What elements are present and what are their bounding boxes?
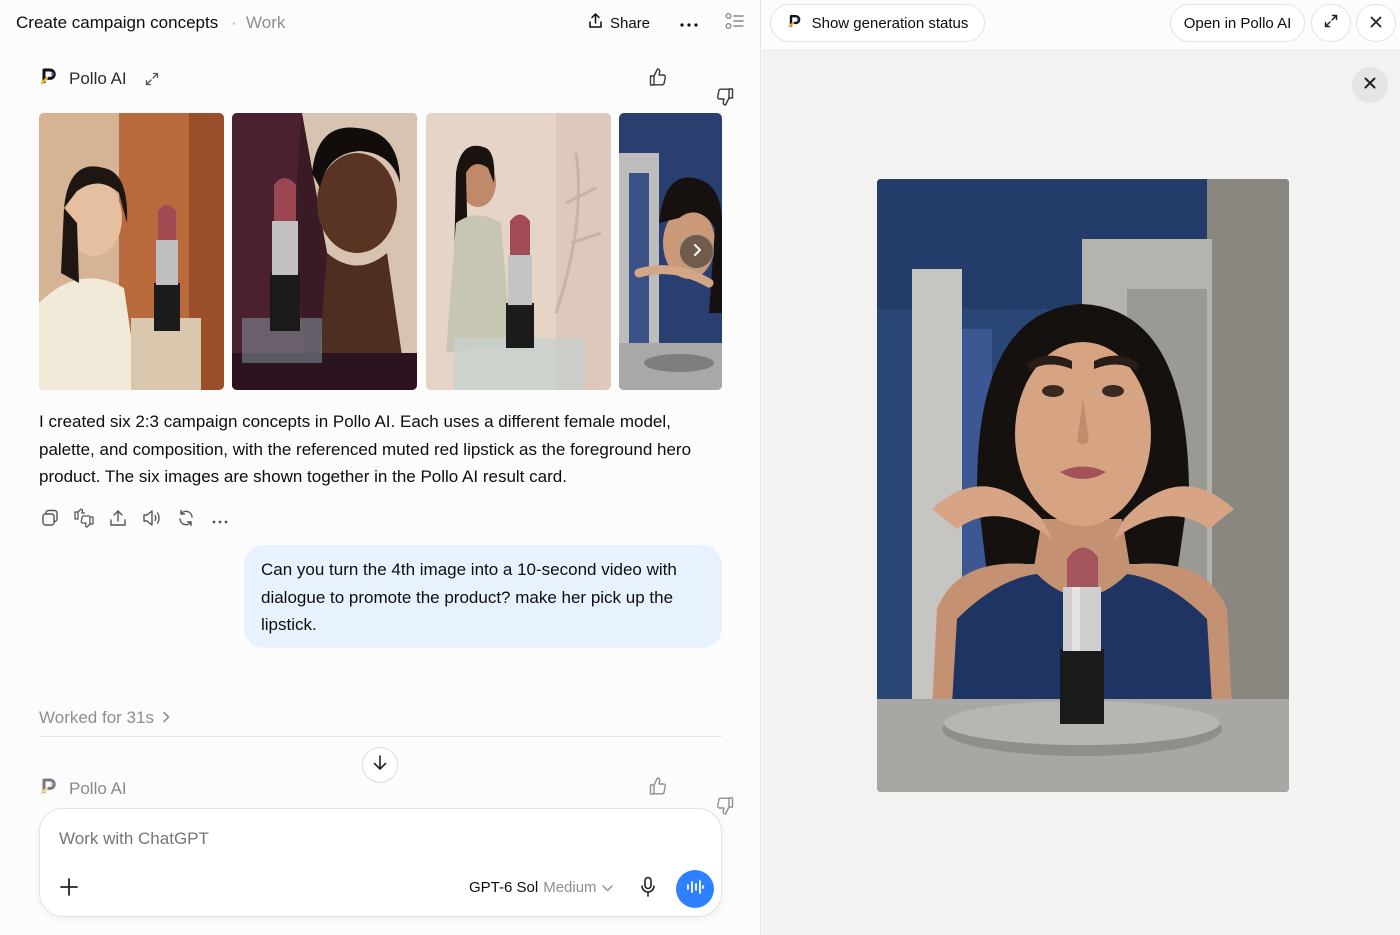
toggle-panel-button[interactable]	[722, 10, 748, 36]
image-gallery	[39, 113, 722, 390]
copy-button[interactable]	[39, 508, 61, 532]
expand-icon	[1324, 14, 1338, 32]
app-name: Pollo AI	[69, 68, 127, 88]
microphone-icon	[640, 876, 656, 903]
more-options-button[interactable]	[676, 10, 702, 36]
expand-card-icon[interactable]	[145, 72, 159, 86]
pollo-logo-icon	[787, 13, 803, 33]
model-selector[interactable]: GPT-6 Sol Medium	[469, 879, 613, 896]
list-panel-icon	[725, 12, 745, 35]
thumbs-up-button[interactable]	[644, 774, 672, 802]
thumbs-down-icon	[695, 67, 734, 106]
project-name[interactable]: Work	[246, 13, 285, 33]
preview-image[interactable]	[877, 179, 1289, 792]
model-name: GPT-6 Sol	[469, 879, 539, 896]
waveform-icon	[686, 879, 704, 900]
voice-mode-button[interactable]	[676, 870, 714, 908]
thumbs-up-icon	[648, 776, 668, 801]
thumbs-down-button[interactable]	[691, 65, 734, 106]
share-label: Share	[610, 14, 651, 32]
composer: GPT-6 Sol Medium	[39, 808, 722, 917]
add-attachment-button[interactable]	[56, 876, 82, 902]
prompt-input[interactable]	[59, 829, 659, 849]
dictate-button[interactable]	[636, 875, 660, 903]
pollo-logo-icon	[39, 776, 59, 801]
gallery-image-2[interactable]	[232, 113, 417, 390]
thumbs-feedback-icon	[73, 507, 95, 533]
open-label: Open in Pollo AI	[1183, 14, 1292, 32]
upload-icon	[109, 509, 127, 532]
user-message-bubble: Can you turn the 4th image into a 10-sec…	[244, 545, 722, 648]
pollo-logo-icon	[39, 66, 59, 91]
read-aloud-button[interactable]	[141, 508, 163, 532]
chevron-right-icon	[692, 243, 702, 261]
refresh-icon	[177, 509, 195, 532]
regenerate-button[interactable]	[175, 508, 197, 532]
message-more-button[interactable]	[209, 508, 231, 532]
close-preview-button[interactable]	[1356, 4, 1396, 42]
ellipsis-icon	[212, 511, 228, 529]
message-actions	[39, 507, 231, 533]
title-separator: ·	[231, 13, 237, 32]
copy-icon	[41, 509, 59, 532]
thumbs-up-icon	[648, 67, 668, 92]
scroll-to-bottom-button[interactable]	[362, 747, 398, 783]
chevron-right-icon	[162, 708, 170, 728]
thumbs-down-icon	[695, 776, 734, 815]
gallery-image-3[interactable]	[426, 113, 611, 390]
worked-label: Worked for 31s	[39, 708, 154, 727]
plus-icon	[60, 877, 78, 901]
thumbs-down-button[interactable]	[691, 774, 734, 815]
chat-pane: Create campaign concepts · Work Share Po…	[0, 0, 761, 935]
worked-status[interactable]: Worked for 31s	[39, 708, 170, 728]
divider	[39, 736, 722, 737]
close-icon	[1370, 15, 1382, 32]
fullscreen-button[interactable]	[1311, 4, 1351, 42]
open-in-pollo-button[interactable]: Open in Pollo AI	[1170, 4, 1305, 42]
status-label: Show generation status	[811, 14, 969, 32]
preview-pane: Show generation status Open in Pollo AI	[762, 0, 1400, 935]
app-name: Pollo AI	[69, 778, 127, 798]
chat-header: Create campaign concepts · Work Share	[0, 0, 761, 46]
next-app-header: Pollo AI	[39, 776, 127, 801]
app-result-header: Pollo AI	[39, 66, 159, 91]
thumbs-up-button[interactable]	[644, 65, 672, 93]
share-message-button[interactable]	[107, 508, 129, 532]
ellipsis-icon	[680, 14, 698, 32]
preview-toolbar: Show generation status Open in Pollo AI	[762, 0, 1400, 51]
gallery-next-button[interactable]	[679, 234, 714, 269]
conversation-title[interactable]: Create campaign concepts	[16, 13, 218, 33]
model-effort: Medium	[543, 879, 597, 896]
user-message-text: Can you turn the 4th image into a 10-sec…	[261, 560, 677, 634]
arrow-down-icon	[373, 754, 387, 776]
close-image-button[interactable]	[1352, 67, 1388, 103]
close-icon	[1364, 76, 1376, 94]
gallery-image-1[interactable]	[39, 113, 224, 390]
share-icon	[588, 13, 603, 33]
share-button[interactable]: Share	[580, 8, 658, 38]
feedback-button[interactable]	[73, 507, 95, 533]
chevron-down-icon	[601, 879, 613, 896]
speaker-icon	[142, 509, 162, 532]
assistant-reply-text: I created six 2:3 campaign concepts in P…	[39, 412, 692, 486]
show-generation-status-button[interactable]: Show generation status	[770, 4, 985, 42]
